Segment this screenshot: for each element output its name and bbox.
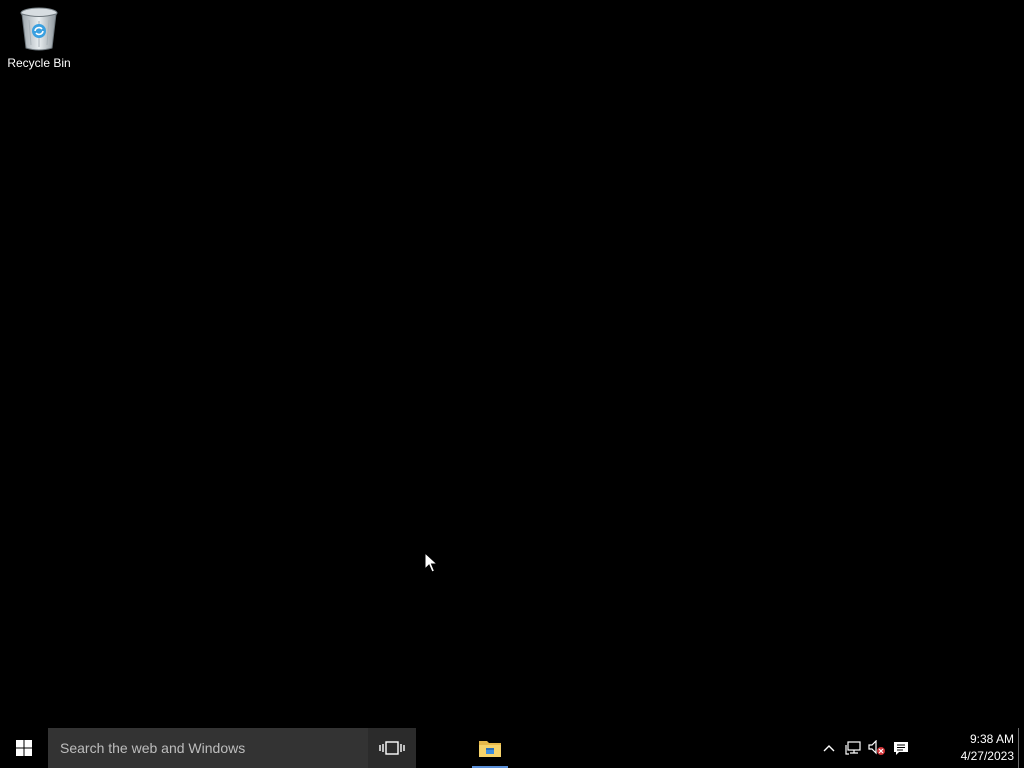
taskbar-file-explorer-button[interactable] xyxy=(466,728,514,768)
show-desktop-button[interactable] xyxy=(1018,728,1024,768)
action-center-icon xyxy=(894,741,908,755)
desktop[interactable]: Recycle Bin xyxy=(0,0,1024,728)
start-button[interactable] xyxy=(0,728,48,768)
taskbar: Search the web and Windows 9:38 AM 4/27/… xyxy=(0,728,1024,768)
volume-tray-button[interactable] xyxy=(866,728,888,768)
task-view-button[interactable] xyxy=(368,728,416,768)
task-view-icon xyxy=(379,741,405,755)
clock[interactable]: 9:38 AM 4/27/2023 xyxy=(948,728,1014,768)
search-box[interactable]: Search the web and Windows xyxy=(48,728,368,768)
mouse-cursor-icon xyxy=(424,552,438,573)
desktop-icon-label: Recycle Bin xyxy=(7,56,71,70)
recycle-bin-icon xyxy=(20,7,58,51)
folder-icon xyxy=(479,741,501,757)
network-icon xyxy=(845,741,861,755)
volume-muted-icon xyxy=(868,740,885,755)
clock-time: 9:38 AM xyxy=(969,732,1014,746)
action-center-button[interactable] xyxy=(890,728,912,768)
chevron-up-icon xyxy=(823,745,835,752)
clock-date: 4/27/2023 xyxy=(960,749,1014,763)
show-hidden-icons-button[interactable] xyxy=(818,728,840,768)
windows-logo-icon xyxy=(16,740,32,756)
desktop-icon-recycle-bin[interactable]: Recycle Bin xyxy=(4,6,74,76)
search-placeholder: Search the web and Windows xyxy=(60,740,246,756)
network-tray-button[interactable] xyxy=(842,728,864,768)
